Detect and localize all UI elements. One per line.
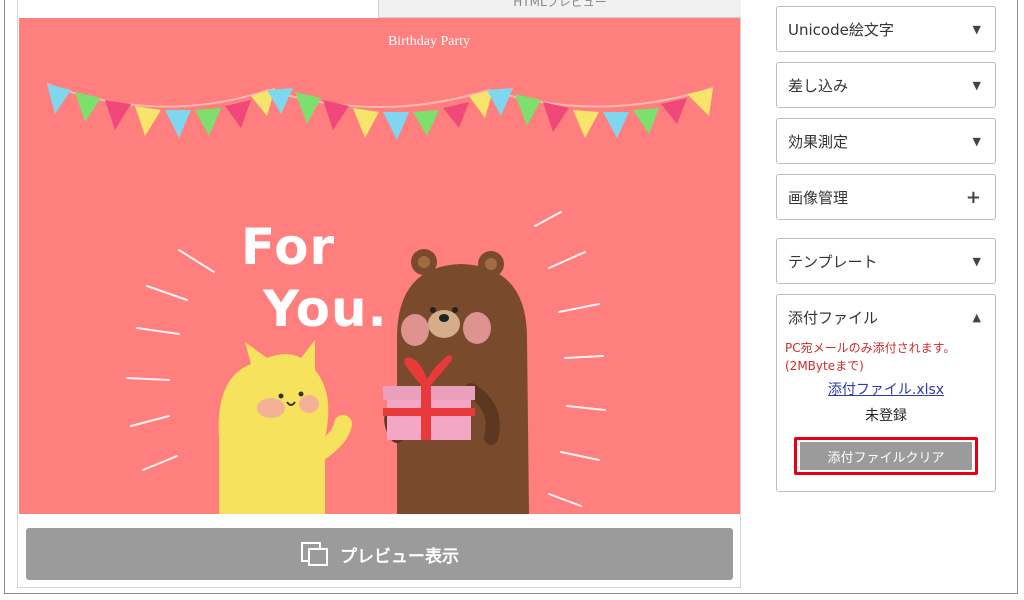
attachment-status: 未登録	[865, 408, 907, 424]
panel-template[interactable]: テンプレート ▼	[776, 238, 996, 284]
panel-attachment: 添付ファイル ▲ PC宛メールのみ添付されます。 (2MByteまで) 添付ファイ…	[776, 294, 996, 492]
panel-label: 効果測定	[788, 132, 849, 151]
triangle-down-icon: ▼	[972, 134, 981, 148]
triangle-down-icon: ▼	[972, 254, 981, 268]
cat-illustration	[218, 340, 352, 514]
panel-label: 添付ファイル	[788, 308, 879, 327]
panel-unicode-emoji[interactable]: Unicode絵文字 ▼	[776, 6, 996, 52]
clear-attachment-button[interactable]: 添付ファイルクリア	[800, 442, 972, 470]
panel-image-management[interactable]: 画像管理 +	[776, 174, 996, 220]
panel-insertion[interactable]: 差し込み ▼	[776, 62, 996, 108]
triangle-up-icon: ▲	[972, 310, 981, 324]
plus-icon: +	[965, 186, 981, 208]
attachment-note-line2: (2MByteまで)	[785, 359, 864, 373]
tab-label: HTMLプレビュー	[513, 0, 607, 9]
attachment-file-link[interactable]: 添付ファイル.xlsx	[785, 379, 987, 399]
card-title: Birthday Party	[387, 34, 471, 49]
burst-lines	[126, 211, 606, 507]
panel-label: Unicode絵文字	[788, 20, 894, 39]
panel-label: 画像管理	[788, 188, 849, 207]
triangle-down-icon: ▼	[972, 22, 981, 36]
headline-for: For	[241, 218, 336, 276]
headline-you: You.	[263, 280, 388, 338]
preview-window-icon	[300, 539, 330, 569]
highlight-box: 添付ファイルクリア	[794, 437, 978, 475]
panel-label: 差し込み	[788, 76, 849, 95]
triangle-down-icon: ▼	[972, 78, 981, 92]
tab-html-preview[interactable]: HTMLプレビュー	[378, 0, 741, 18]
bear-illustration	[384, 249, 529, 514]
panel-effect-measurement[interactable]: 効果測定 ▼	[776, 118, 996, 164]
preview-button-label: プレビュー表示	[340, 546, 459, 567]
attachment-note-line1: PC宛メールのみ添付されます。	[785, 341, 956, 355]
attachment-header[interactable]: 添付ファイル ▲	[777, 295, 995, 339]
card-illustration	[46, 83, 714, 514]
preview-button[interactable]: プレビュー表示	[26, 528, 733, 580]
panel-label: テンプレート	[788, 252, 878, 271]
bunting-flags	[47, 84, 713, 140]
birthday-card-preview: Birthday Party For You.	[19, 18, 740, 514]
